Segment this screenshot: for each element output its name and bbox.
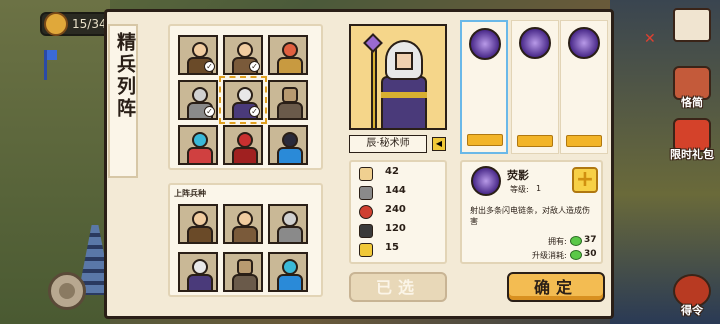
skill-icon	[568, 27, 600, 59]
upgrade-skill-button[interactable]: +	[572, 167, 598, 193]
upgrade-cost-label: 升级消耗:	[532, 251, 567, 260]
stat-attack: 42	[359, 165, 439, 183]
joystick-knob[interactable]	[59, 283, 75, 299]
unit-slot[interactable]	[178, 125, 218, 165]
coin-icon	[44, 12, 68, 36]
check-icon: ✓	[249, 61, 260, 72]
upgrade-cost-value: 30	[584, 249, 597, 259]
lineup-label: 上阵兵种	[174, 189, 206, 198]
unit-slot[interactable]: ✓	[178, 35, 218, 75]
codex-button[interactable]: 恪简	[668, 66, 716, 114]
voice-icon[interactable]: ◀	[432, 137, 446, 151]
unit-portrait	[349, 24, 447, 130]
panel-title: 精兵列阵	[114, 32, 136, 120]
order-button[interactable]: 得令	[668, 274, 716, 322]
skill-icon	[519, 27, 551, 59]
gem-icon	[570, 236, 582, 246]
skill-icon	[469, 28, 501, 60]
lineup-slot[interactable]	[178, 252, 218, 292]
joystick-control[interactable]	[48, 272, 86, 310]
skill-description: 射出多条闪电链条，对敌人造成伤害	[470, 206, 590, 226]
lineup-slot[interactable]	[223, 252, 263, 292]
unit-slot[interactable]	[268, 125, 308, 165]
lineup-slot[interactable]	[268, 252, 308, 292]
close-icon[interactable]: ✕	[644, 32, 658, 46]
lineup-slot[interactable]	[178, 204, 218, 244]
panel-title-tab: 精兵列阵	[108, 24, 138, 178]
check-icon: ✓	[204, 61, 215, 72]
heart-icon	[359, 205, 373, 219]
flag-icon[interactable]	[44, 50, 57, 80]
gem-icon	[570, 250, 582, 260]
lightning-icon	[359, 243, 373, 257]
selected-button[interactable]: 已选	[349, 272, 447, 302]
skill-column-3[interactable]	[560, 20, 608, 154]
face	[395, 52, 413, 70]
skill-column-2[interactable]	[511, 20, 559, 154]
lineup-slot[interactable]	[268, 204, 308, 244]
unit-slot[interactable]	[268, 35, 308, 75]
unit-slot[interactable]: ✓	[223, 35, 263, 75]
skill-column-1[interactable]	[460, 20, 508, 154]
staff-gem	[363, 33, 383, 53]
sword-icon	[359, 167, 373, 181]
skill-upgrade-bar[interactable]	[467, 134, 503, 146]
unit-slot[interactable]	[268, 80, 308, 120]
lineup-slot[interactable]	[223, 204, 263, 244]
robe	[381, 76, 427, 128]
home-button[interactable]	[668, 8, 716, 56]
order-label: 得令	[681, 304, 703, 317]
check-icon: ✓	[249, 106, 260, 117]
skill-level-label: 等级:	[510, 185, 529, 194]
stat-energy: 15	[359, 241, 439, 259]
boot-icon	[359, 224, 373, 238]
stat-speed: 120	[359, 222, 439, 240]
unit-slot[interactable]: ✓	[178, 80, 218, 120]
unit-slot-selected[interactable]: ✓	[219, 76, 267, 124]
sash	[381, 92, 427, 98]
unit-name: 辰·秘术师	[349, 135, 427, 153]
stat-health: 240	[359, 203, 439, 221]
stat-defense: 144	[359, 184, 439, 202]
codex-label: 恪简	[681, 96, 703, 109]
skill-upgrade-bar[interactable]	[517, 135, 553, 147]
resource-counter-value: 15/34	[72, 17, 107, 31]
skill-level-value: 1	[536, 184, 542, 193]
limited-gift-button[interactable]: 限时礼包	[668, 118, 716, 166]
owned-value: 37	[584, 235, 597, 245]
skill-icon	[471, 166, 501, 196]
check-icon: ✓	[204, 106, 215, 117]
owned-label: 拥有:	[548, 237, 567, 246]
confirm-button[interactable]: 确定	[507, 272, 605, 302]
staff	[371, 40, 377, 128]
shield-icon	[359, 186, 373, 200]
gift-label: 限时礼包	[670, 148, 714, 161]
house-icon	[673, 8, 711, 42]
skill-upgrade-bar[interactable]	[566, 135, 602, 147]
unit-slot[interactable]	[223, 125, 263, 165]
skill-name: 荧影	[507, 169, 529, 182]
